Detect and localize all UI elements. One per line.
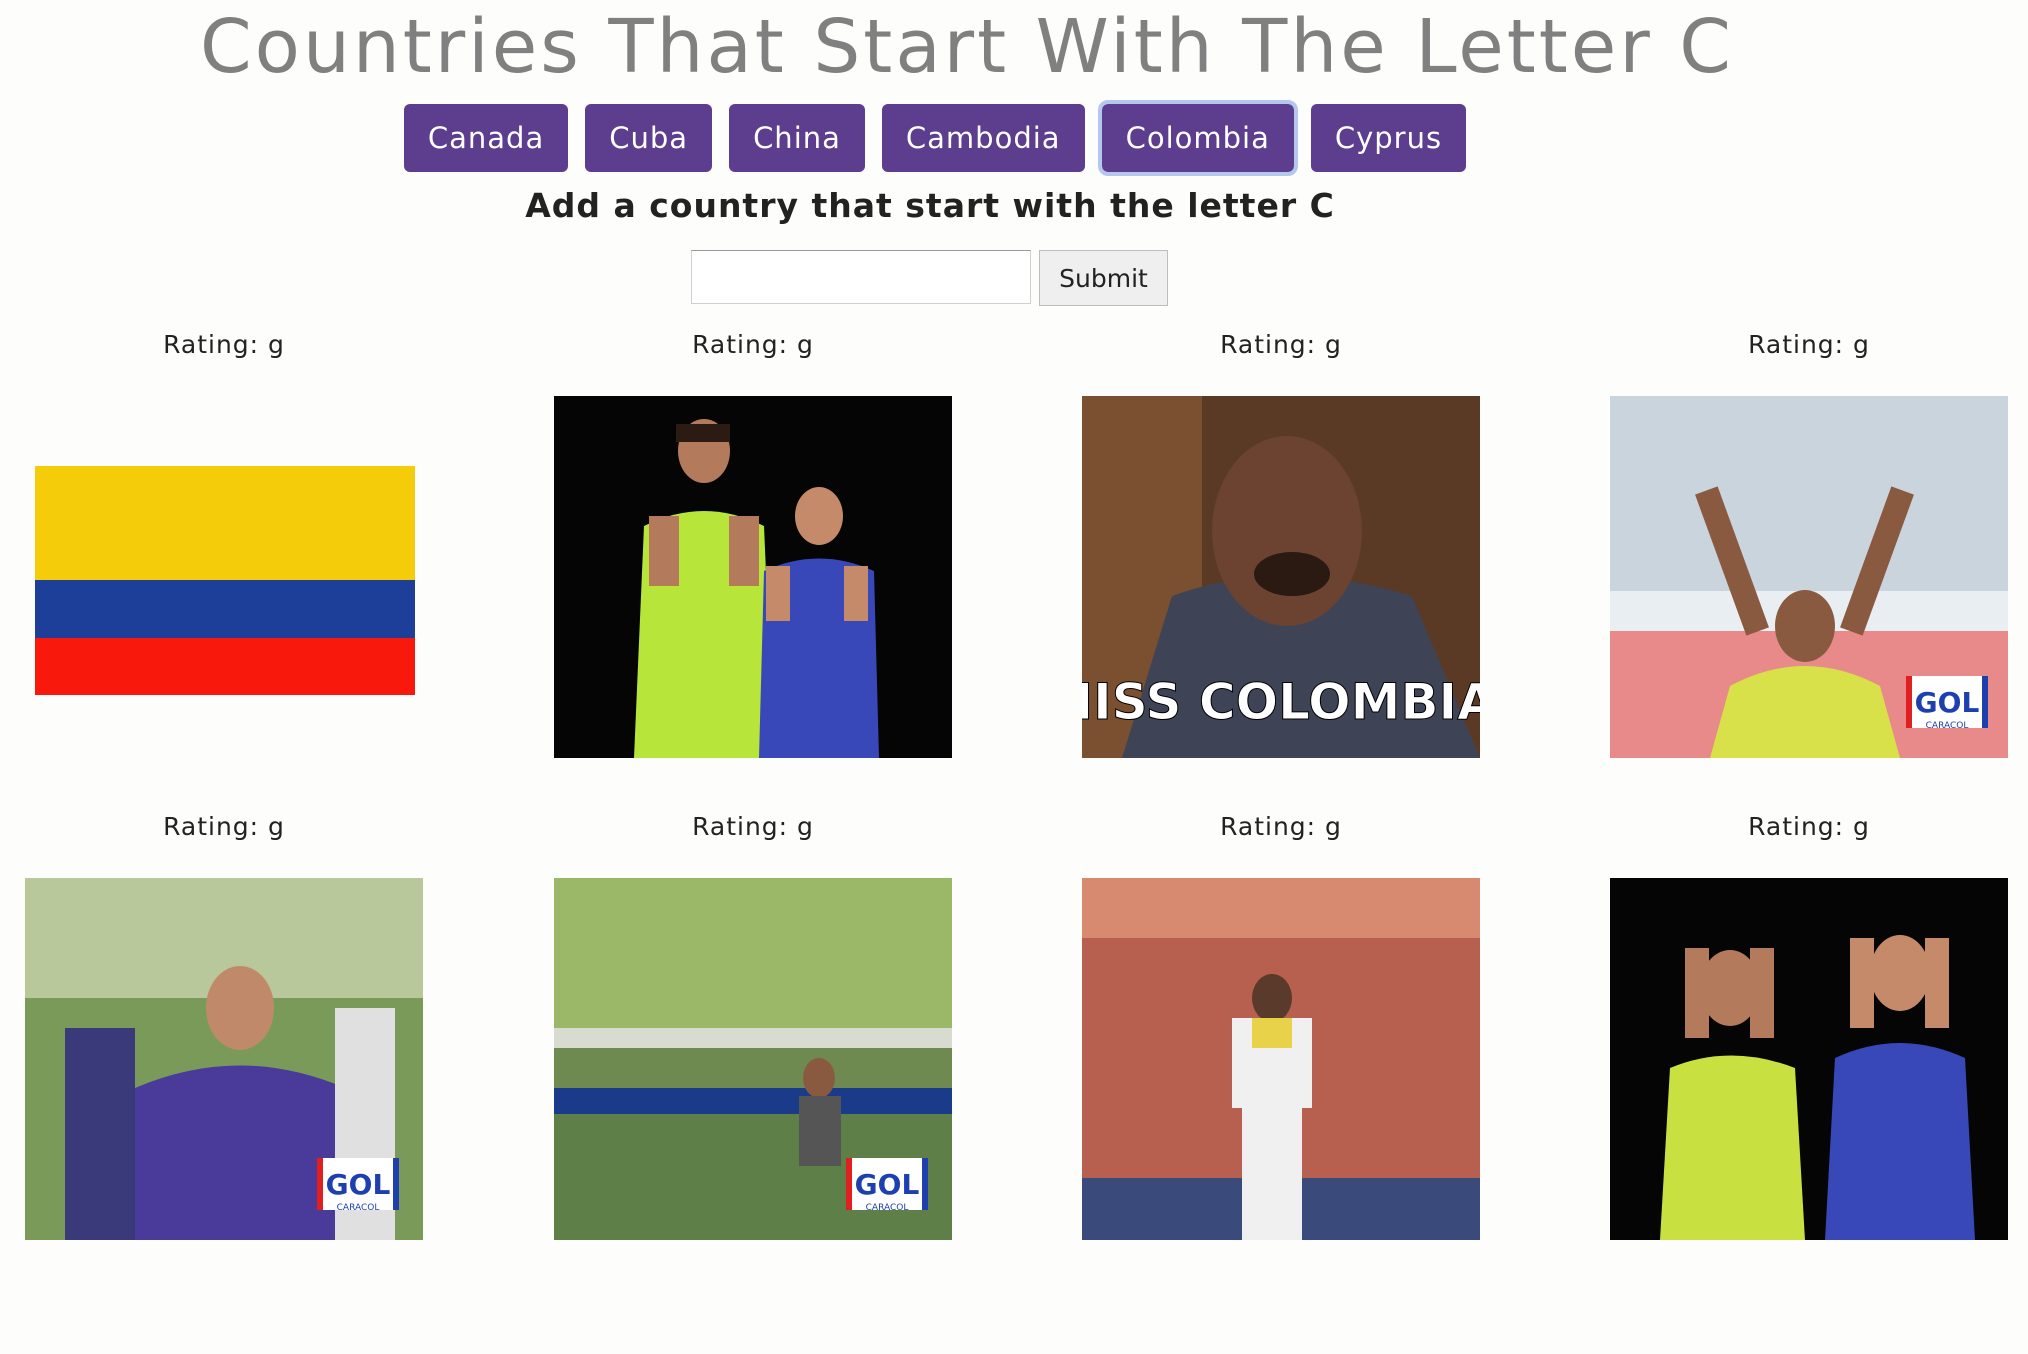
gif-rating: Rating: g: [692, 330, 814, 359]
gif-rating: Rating: g: [1220, 812, 1342, 841]
fans-disappointed-gif[interactable]: [1610, 878, 2008, 1240]
colombia-flag-image[interactable]: [25, 396, 423, 758]
gif-rating: Rating: g: [163, 812, 285, 841]
page-title: Countries That Start With The Letter C: [200, 4, 1734, 90]
country-button-row: Canada Cuba China Cambodia Colombia Cypr…: [0, 100, 1870, 176]
country-button-colombia[interactable]: Colombia: [1097, 100, 1298, 176]
gol-badge: GOL: [855, 1168, 920, 1201]
add-country-form: Submit: [691, 250, 1168, 306]
miss-colombia-gif[interactable]: MISS COLOMBIA!: [1082, 396, 1480, 758]
gif-rating: Rating: g: [163, 330, 285, 359]
add-country-heading: Add a country that start with the letter…: [525, 186, 1335, 225]
country-button-china[interactable]: China: [729, 104, 865, 172]
country-button-canada[interactable]: Canada: [403, 104, 569, 172]
caracol-label: CARACOL: [337, 1203, 380, 1213]
goalkeeper-on-pitch-gif[interactable]: GOL CARACOL: [554, 878, 952, 1240]
caracol-label: CARACOL: [1926, 721, 1969, 731]
country-button-cambodia[interactable]: Cambodia: [881, 104, 1085, 172]
miss-colombia-caption: MISS COLOMBIA!: [1082, 673, 1480, 731]
country-input[interactable]: [691, 250, 1031, 304]
gif-rating: Rating: g: [1220, 330, 1342, 359]
baseball-player-gif[interactable]: [1082, 878, 1480, 1240]
goalkeeper-celebrating-gif[interactable]: GOL CARACOL: [25, 878, 423, 1240]
gol-badge: GOL: [326, 1168, 391, 1201]
player-celebrating-gif[interactable]: GOL CARACOL: [1610, 396, 2008, 758]
gif-rating: Rating: g: [692, 812, 814, 841]
submit-button[interactable]: Submit: [1039, 250, 1168, 306]
country-button-cuba[interactable]: Cuba: [585, 104, 713, 172]
country-button-cyprus[interactable]: Cyprus: [1310, 104, 1467, 172]
gol-badge: GOL: [1915, 686, 1980, 719]
caracol-label: CARACOL: [866, 1203, 909, 1213]
fans-cheering-gif[interactable]: [554, 396, 952, 758]
gif-rating: Rating: g: [1748, 812, 1870, 841]
gif-rating: Rating: g: [1748, 330, 1870, 359]
